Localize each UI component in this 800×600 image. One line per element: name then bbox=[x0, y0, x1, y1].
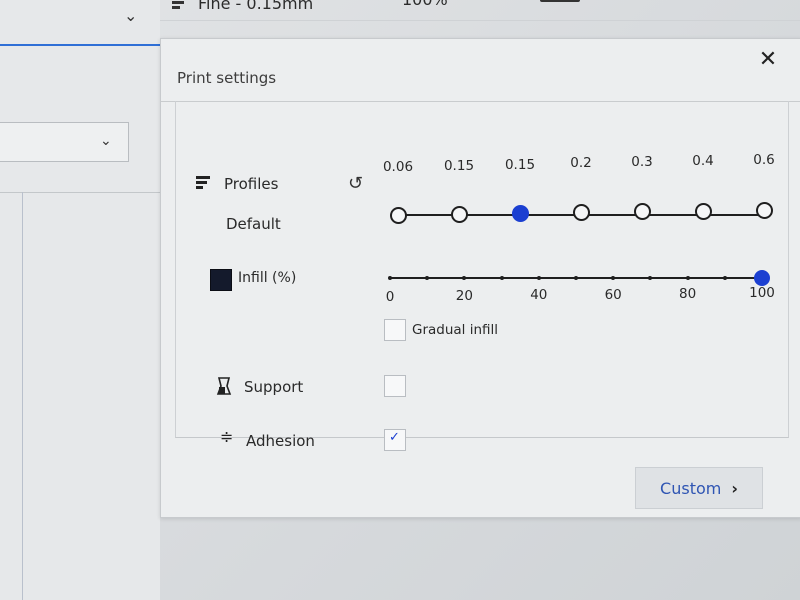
infill-tick-label: 0 bbox=[385, 289, 395, 305]
infill-slider-handle[interactable] bbox=[754, 270, 770, 286]
infill-tick-label: 40 bbox=[530, 287, 548, 304]
infill-tick bbox=[648, 276, 653, 280]
chevron-right-icon: › bbox=[731, 478, 738, 498]
panel-header: Print settings ✕ bbox=[161, 39, 800, 102]
support-icon bbox=[216, 377, 232, 395]
profile-tick-label: 0.2 bbox=[570, 155, 592, 172]
divider bbox=[160, 20, 800, 21]
toolbar-infill-button[interactable]: 100% bbox=[402, 0, 448, 9]
infill-tick-label: 80 bbox=[679, 285, 697, 302]
infill-tick-label: 100 bbox=[749, 285, 775, 301]
infill-label: Infill (%) bbox=[238, 270, 297, 286]
profile-tick-label: 0.6 bbox=[753, 151, 775, 168]
infill-tick bbox=[536, 276, 541, 280]
profile-tick-label: 0.15 bbox=[443, 157, 475, 174]
gradual-infill-label: Gradual infill bbox=[412, 322, 499, 338]
close-icon[interactable]: ✕ bbox=[755, 47, 781, 73]
profile-stop[interactable] bbox=[695, 202, 712, 220]
profile-stop-selected[interactable] bbox=[512, 205, 529, 223]
profile-stop[interactable] bbox=[390, 207, 407, 224]
infill-tick bbox=[574, 276, 578, 280]
infill-tick bbox=[611, 276, 616, 280]
toolbar-infill-label: 100% bbox=[402, 0, 448, 9]
adhesion-checkbox[interactable]: ✓ bbox=[384, 429, 406, 451]
infill-tick bbox=[425, 276, 430, 280]
infill-tick bbox=[388, 276, 392, 280]
chevron-down-icon[interactable]: ⌄ bbox=[100, 133, 112, 149]
profile-tick-label: 0.06 bbox=[382, 159, 414, 175]
panel-title: Print settings bbox=[177, 69, 277, 87]
profile-stop[interactable] bbox=[634, 203, 651, 221]
profiles-default-label: Default bbox=[226, 215, 281, 233]
infill-tick bbox=[499, 276, 504, 280]
layer-bars-icon bbox=[196, 176, 210, 191]
panel-body: Profiles Default ↺ 0.06 0.15 0.15 0.2 0.3 0.4… bbox=[175, 101, 789, 451]
toolbar-quality-button[interactable]: Fine - 0.15mm bbox=[172, 0, 313, 13]
infill-tick-label: 60 bbox=[604, 286, 622, 303]
toolbar-quality-label: Fine - 0.15mm bbox=[198, 0, 314, 13]
infill-square-icon bbox=[210, 269, 232, 291]
support-label: Support bbox=[244, 378, 304, 396]
infill-tick bbox=[722, 276, 727, 280]
profiles-label: Profiles bbox=[224, 175, 279, 193]
chevron-down-icon[interactable]: ⌄ bbox=[124, 6, 137, 25]
support-checkbox[interactable] bbox=[384, 375, 406, 397]
layer-bars-icon bbox=[172, 0, 188, 11]
reset-icon[interactable]: ↺ bbox=[348, 173, 363, 194]
print-settings-panel: Print settings ✕ Profiles Default ↺ 0.06… bbox=[160, 38, 800, 518]
toolbar-icon[interactable] bbox=[540, 0, 580, 2]
gradual-infill-checkbox[interactable] bbox=[384, 319, 406, 341]
profile-stop[interactable] bbox=[756, 201, 773, 219]
profile-tick-label: 0.4 bbox=[692, 153, 714, 169]
adhesion-label: Adhesion bbox=[246, 432, 315, 450]
screen: ⌄ ⌄ Fine - 0.15mm 100% Print settings ✕ … bbox=[0, 0, 800, 600]
left-panel: ⌄ ⌄ bbox=[0, 0, 160, 600]
infill-tick bbox=[685, 276, 690, 280]
checkmark-icon: ✓ bbox=[389, 430, 400, 445]
infill-tick-label: 20 bbox=[455, 288, 473, 305]
profile-stop[interactable] bbox=[573, 204, 590, 222]
infill-tick bbox=[462, 276, 467, 280]
divider bbox=[22, 192, 23, 600]
left-dropdown[interactable]: ⌄ bbox=[0, 122, 129, 162]
profile-stop[interactable] bbox=[451, 206, 468, 224]
left-top-dropdown[interactable]: ⌄ bbox=[0, 0, 160, 46]
custom-button-label: Custom bbox=[660, 478, 722, 498]
profile-tick-label: 0.15 bbox=[504, 156, 536, 173]
divider bbox=[0, 192, 160, 193]
profile-tick-label: 0.3 bbox=[631, 154, 653, 171]
custom-button[interactable]: Custom › bbox=[635, 467, 763, 509]
adhesion-icon: ≑ bbox=[220, 427, 234, 446]
